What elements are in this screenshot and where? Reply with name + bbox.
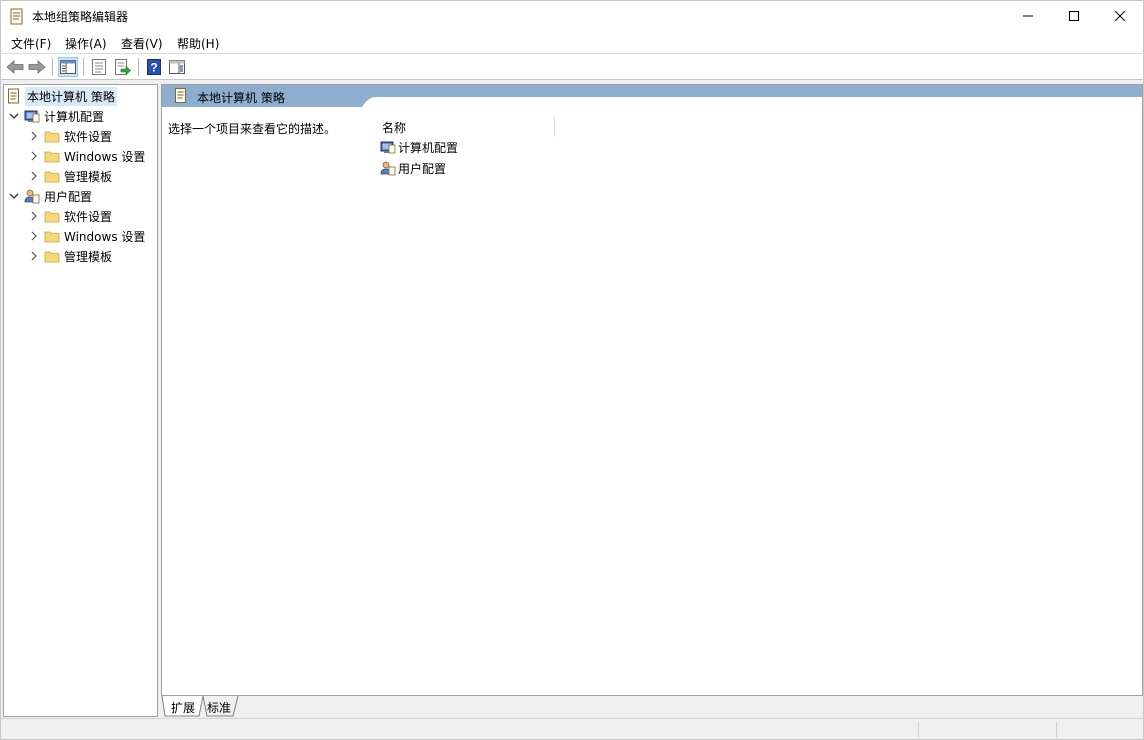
menu-file[interactable]: 文件(F): [11, 35, 51, 52]
forward-arrow-icon: [28, 60, 46, 74]
menu-help[interactable]: 帮助(H): [177, 35, 219, 52]
list-item-user-config[interactable]: 用户配置: [380, 158, 446, 178]
header-curve: [362, 97, 1142, 107]
policy-document-icon: [10, 8, 23, 25]
chevron-right-icon[interactable]: [28, 250, 40, 262]
tree-item-label: 软件设置: [64, 209, 113, 224]
folder-icon: [44, 151, 60, 163]
tree-item-label: 管理模板: [64, 249, 113, 264]
user-config-icon: [24, 189, 40, 204]
column-header-label: 名称: [382, 121, 407, 135]
tree-item-label: Windows 设置: [64, 149, 146, 164]
policy-document-icon: [175, 88, 186, 103]
pane-header: 本地计算机 策略: [162, 85, 1142, 107]
toolbar-separator: [52, 58, 53, 76]
tree-item-label: 计算机配置: [44, 109, 105, 124]
list-item-computer-config[interactable]: 计算机配置: [380, 137, 458, 157]
properties-button[interactable]: [89, 57, 109, 77]
folder-icon: [44, 131, 60, 143]
computer-config-icon: [24, 110, 40, 123]
tree-item-label: Windows 设置: [64, 229, 146, 244]
folder-icon: [44, 171, 60, 183]
folder-icon: [44, 231, 60, 243]
tab-standard[interactable]: 标准: [207, 699, 231, 716]
pane-header-title: 本地计算机 策略: [197, 91, 285, 105]
menu-action[interactable]: 操作(A): [65, 35, 107, 52]
back-button[interactable]: [5, 57, 25, 77]
export-list-button[interactable]: [113, 57, 133, 77]
tree-item-user-windows-settings[interactable]: Windows 设置: [28, 226, 145, 246]
status-separator: [918, 722, 919, 738]
toolbar-separator: [83, 58, 84, 76]
tree-item-computer-windows-settings[interactable]: Windows 设置: [28, 146, 145, 166]
policy-document-icon: [8, 88, 19, 104]
chevron-right-icon[interactable]: [28, 230, 40, 242]
view-tabs: 扩展 标准: [161, 696, 1143, 717]
show-hide-action-pane-icon: [169, 60, 185, 74]
close-icon: [1114, 10, 1126, 22]
tab-extended[interactable]: 扩展: [171, 699, 195, 716]
main-area: 本地计算机 策略 计算机配置 软件设置 Windows 设置 管理模板 用户配置…: [0, 80, 1144, 718]
tree-item-label: 管理模板: [64, 169, 113, 184]
user-config-icon: [380, 161, 396, 176]
tree-item-user-admin-templates[interactable]: 管理模板: [28, 246, 112, 266]
maximize-button[interactable]: [1051, 1, 1097, 31]
tree-item-label: 软件设置: [64, 129, 113, 144]
show-tree-button[interactable]: [58, 57, 78, 77]
status-bar: [0, 718, 1144, 740]
help-button[interactable]: ?: [144, 57, 164, 77]
list-item-label: 用户配置: [398, 161, 447, 176]
folder-icon: [44, 251, 60, 263]
description-text: 选择一个项目来查看它的描述。: [168, 122, 337, 136]
tree-item-user-config[interactable]: 用户配置: [8, 186, 92, 206]
maximize-icon: [1069, 11, 1079, 21]
folder-icon: [44, 211, 60, 223]
show-hide-action-pane-button[interactable]: [167, 57, 187, 77]
chevron-right-icon[interactable]: [28, 170, 40, 182]
minimize-icon: [1023, 15, 1033, 17]
back-arrow-icon: [6, 60, 24, 74]
tree-item-computer-config[interactable]: 计算机配置: [8, 106, 104, 126]
chevron-down-icon[interactable]: [8, 110, 20, 122]
list-item-label: 计算机配置: [398, 140, 459, 155]
help-icon: ?: [147, 59, 161, 75]
tree-item-computer-software-settings[interactable]: 软件设置: [28, 126, 112, 146]
export-list-icon: [115, 59, 131, 75]
window-title: 本地组策略编辑器: [32, 10, 129, 24]
forward-button[interactable]: [27, 57, 47, 77]
show-tree-icon: [60, 60, 76, 74]
column-header-name[interactable]: 名称: [380, 117, 555, 137]
tree-item-computer-admin-templates[interactable]: 管理模板: [28, 166, 112, 186]
title-bar: 本地组策略编辑器: [0, 0, 1144, 31]
chevron-right-icon[interactable]: [28, 210, 40, 222]
status-separator: [1056, 722, 1057, 738]
menu-bar: 文件(F) 操作(A) 查看(V) 帮助(H): [0, 31, 1144, 54]
console-tree[interactable]: 本地计算机 策略 计算机配置 软件设置 Windows 设置 管理模板 用户配置…: [3, 84, 158, 717]
chevron-right-icon[interactable]: [28, 130, 40, 142]
tree-item-label: 本地计算机 策略: [25, 86, 117, 106]
chevron-down-icon[interactable]: [8, 190, 20, 202]
toolbar-separator: [138, 58, 139, 76]
menu-view[interactable]: 查看(V): [121, 35, 163, 52]
computer-config-icon: [380, 141, 396, 154]
svg-text:?: ?: [150, 61, 157, 75]
chevron-right-icon[interactable]: [28, 150, 40, 162]
toolbar: ?: [0, 54, 1144, 80]
tree-item-user-software-settings[interactable]: 软件设置: [28, 206, 112, 226]
close-button[interactable]: [1097, 1, 1143, 31]
tree-item-root[interactable]: 本地计算机 策略: [6, 86, 117, 106]
minimize-button[interactable]: [1005, 1, 1051, 31]
details-pane: 本地计算机 策略 选择一个项目来查看它的描述。 名称 计算机配置 用户配置: [161, 84, 1143, 696]
tree-item-label: 用户配置: [44, 189, 93, 204]
properties-icon: [92, 59, 106, 75]
